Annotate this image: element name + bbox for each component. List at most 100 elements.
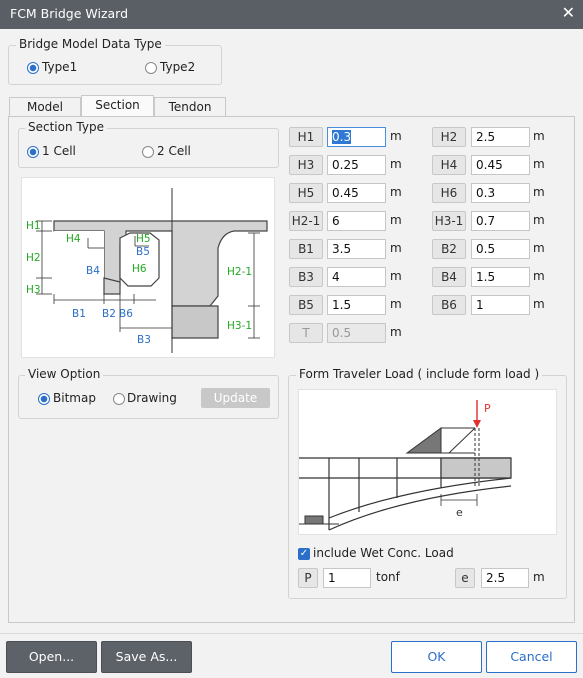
e-label-button: e (455, 568, 475, 588)
param-input-b2[interactable]: 0.5 (471, 239, 530, 259)
param-unit-b4: m (533, 269, 545, 283)
param-label-b6: B6 (432, 295, 466, 315)
param-label-h3: H3 (289, 155, 323, 175)
save-as-button[interactable]: Save As... (101, 641, 192, 673)
diagram-label-h2: H2 (26, 252, 41, 264)
param-label-b2: B2 (432, 239, 466, 259)
section-diagram-box: H1 H2 H3 H4 H5 H6 H2-1 H3-1 B1 B2 B3 B4 … (21, 177, 275, 358)
radio-2cell[interactable] (142, 146, 154, 158)
param-label-b3: B3 (289, 267, 323, 287)
param-input-b4[interactable]: 1.5 (471, 267, 530, 287)
diagram-label-p: P (484, 402, 491, 415)
param-input-t: 0.5 (327, 323, 386, 343)
param-input-b1[interactable]: 3.5 (327, 239, 386, 259)
radio-bitmap[interactable] (38, 393, 50, 405)
param-unit-h5: m (390, 185, 402, 199)
radio-bitmap-label: Bitmap (53, 391, 96, 405)
radio-drawing-label: Drawing (127, 391, 177, 405)
param-unit-h2: m (533, 129, 545, 143)
param-unit-b5: m (390, 297, 402, 311)
diagram-label-b2: B2 (102, 308, 116, 320)
radio-type1[interactable] (27, 62, 39, 74)
diagram-label-h3: H3 (26, 284, 41, 296)
window-title: FCM Bridge Wizard (10, 6, 129, 21)
param-input-h1[interactable]: 0.3 (327, 127, 386, 147)
diagram-label-b6: B6 (119, 308, 133, 320)
title-bar: FCM Bridge Wizard ✕ (0, 0, 583, 29)
param-value-b6: 1 (476, 298, 484, 312)
param-input-h2-1[interactable]: 6 (327, 211, 386, 231)
param-input-b6[interactable]: 1 (471, 295, 530, 315)
param-value-b3: 4 (332, 270, 340, 284)
param-label-h6: H6 (432, 183, 466, 203)
e-unit: m (533, 570, 545, 584)
section-type-legend: Section Type (25, 120, 107, 134)
param-value-h4: 0.45 (476, 158, 503, 172)
diagram-label-h2-1: H2-1 (227, 266, 252, 278)
cancel-button[interactable]: Cancel (486, 641, 577, 673)
param-input-h4[interactable]: 0.45 (471, 155, 530, 175)
param-input-h3[interactable]: 0.25 (327, 155, 386, 175)
param-input-b5[interactable]: 1.5 (327, 295, 386, 315)
diagram-label-b1: B1 (72, 308, 86, 320)
param-label-h5: H5 (289, 183, 323, 203)
param-value-h2: 2.5 (476, 130, 496, 144)
param-unit-b1: m (390, 241, 402, 255)
param-label-h4: H4 (432, 155, 466, 175)
open-button[interactable]: Open... (6, 641, 97, 673)
include-wet-checkbox[interactable]: ✓ (298, 548, 310, 560)
radio-1cell[interactable] (27, 146, 39, 158)
param-unit-h2-1: m (390, 213, 402, 227)
param-unit-b3: m (390, 269, 402, 283)
tab-model[interactable]: Model (9, 97, 81, 117)
param-input-h5[interactable]: 0.45 (327, 183, 386, 203)
radio-drawing[interactable] (113, 393, 125, 405)
ok-button[interactable]: OK (391, 641, 482, 673)
diagram-label-h1: H1 (26, 220, 41, 232)
param-value-h1: 0.3 (332, 130, 352, 144)
param-unit-h3: m (390, 157, 402, 171)
param-value-h3: 0.25 (332, 158, 359, 172)
param-input-h6[interactable]: 0.3 (471, 183, 530, 203)
diagram-label-h4: H4 (66, 233, 81, 245)
diagram-label-h3-1: H3-1 (227, 320, 252, 332)
view-option-legend: View Option (25, 367, 104, 381)
p-input[interactable]: 1 (323, 568, 371, 588)
param-label-b4: B4 (432, 267, 466, 287)
diagram-label-h5: H5 (136, 233, 151, 245)
param-value-b4: 1.5 (476, 270, 496, 284)
radio-type2[interactable] (145, 62, 157, 74)
param-value-b1: 3.5 (332, 242, 352, 256)
param-label-h1: H1 (289, 127, 323, 147)
param-unit-b6: m (533, 297, 545, 311)
form-traveler-diagram-box: P e (298, 389, 557, 535)
e-input[interactable]: 2.5 (481, 568, 529, 588)
diagram-label-b3: B3 (137, 334, 151, 346)
diagram-label-e: e (456, 506, 463, 519)
radio-type2-label: Type2 (160, 60, 196, 74)
close-icon[interactable]: ✕ (562, 3, 575, 22)
param-input-h3-1[interactable]: 0.7 (471, 211, 530, 231)
param-value-h3-1: 0.7 (476, 214, 496, 228)
model-type-legend: Bridge Model Data Type (16, 37, 165, 51)
param-input-h2[interactable]: 2.5 (471, 127, 530, 147)
param-unit-h6: m (533, 185, 545, 199)
param-unit-h4: m (533, 157, 545, 171)
form-traveler-diagram: P e (299, 400, 512, 531)
diagram-label-h6: H6 (132, 263, 147, 275)
update-button[interactable]: Update (201, 388, 270, 408)
form-traveler-legend: Form Traveler Load ( include form load ) (296, 367, 543, 381)
param-value-b2: 0.5 (476, 242, 496, 256)
section-diagram: H1 H2 H3 H4 H5 H6 H2-1 H3-1 B1 B2 B3 B4 … (26, 188, 268, 353)
diagram-label-b5: B5 (136, 246, 150, 258)
tab-section[interactable]: Section (81, 95, 154, 117)
tab-tendon[interactable]: Tendon (154, 97, 226, 117)
footer-separator (0, 633, 583, 634)
param-label-t: T (289, 323, 323, 343)
param-label-h2: H2 (432, 127, 466, 147)
include-wet-label: include Wet Conc. Load (313, 546, 454, 560)
param-value-h2-1: 6 (332, 214, 340, 228)
param-input-b3[interactable]: 4 (327, 267, 386, 287)
param-label-b1: B1 (289, 239, 323, 259)
param-label-b5: B5 (289, 295, 323, 315)
